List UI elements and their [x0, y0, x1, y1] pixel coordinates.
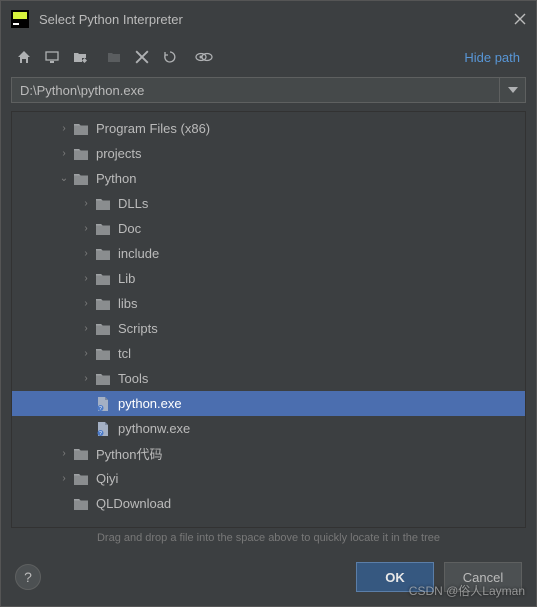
- chevron-right-icon[interactable]: ›: [56, 473, 72, 484]
- folder-icon: [94, 220, 112, 238]
- dialog-select-interpreter: Select Python Interpreter Hide path › Pro…: [0, 0, 537, 607]
- chevron-right-icon[interactable]: ›: [78, 273, 94, 284]
- delete-icon[interactable]: [129, 44, 155, 70]
- tree-item-label: Doc: [118, 221, 141, 236]
- folder-icon: [94, 270, 112, 288]
- tree-item-label: Qiyi: [96, 471, 118, 486]
- tree-row[interactable]: ? python.exe: [12, 391, 525, 416]
- tree-row[interactable]: › Scripts: [12, 316, 525, 341]
- new-folder-icon: [101, 44, 127, 70]
- pycharm-logo-icon: [11, 10, 29, 28]
- home-icon[interactable]: [11, 44, 37, 70]
- help-button[interactable]: ?: [15, 564, 41, 590]
- folder-icon: [72, 495, 90, 513]
- tree-item-label: Program Files (x86): [96, 121, 210, 136]
- desktop-icon[interactable]: [39, 44, 65, 70]
- tree-row[interactable]: › libs: [12, 291, 525, 316]
- dialog-title: Select Python Interpreter: [39, 12, 514, 27]
- tree-item-label: python.exe: [118, 396, 182, 411]
- file-tree-scroll[interactable]: › Program Files (x86) › projects ⌄ Python › DLL…: [12, 112, 525, 527]
- ok-button[interactable]: OK: [356, 562, 434, 592]
- tree-item-label: Python代码: [96, 444, 162, 463]
- hide-path-link[interactable]: Hide path: [464, 50, 520, 65]
- chevron-right-icon[interactable]: ›: [78, 198, 94, 209]
- path-row: [1, 77, 536, 111]
- chevron-right-icon[interactable]: ›: [56, 123, 72, 134]
- project-icon[interactable]: [67, 44, 93, 70]
- tree-item-label: Python: [96, 171, 136, 186]
- tree-row[interactable]: › Python代码: [12, 441, 525, 466]
- tree-item-label: pythonw.exe: [118, 421, 190, 436]
- tree-item-label: DLLs: [118, 196, 148, 211]
- tree-row[interactable]: ⌄ Python: [12, 166, 525, 191]
- chevron-right-icon[interactable]: ›: [56, 448, 72, 459]
- tree-item-label: projects: [96, 146, 142, 161]
- tree-item-label: Tools: [118, 371, 148, 386]
- svg-text:?: ?: [99, 406, 102, 412]
- tree-row[interactable]: › Qiyi: [12, 466, 525, 491]
- folder-icon: [94, 245, 112, 263]
- folder-icon: [94, 295, 112, 313]
- tree-item-label: libs: [118, 296, 138, 311]
- folder-icon: [94, 195, 112, 213]
- chevron-right-icon[interactable]: ›: [78, 248, 94, 259]
- chevron-right-icon[interactable]: ›: [78, 223, 94, 234]
- tree-item-label: Scripts: [118, 321, 158, 336]
- svg-text:?: ?: [99, 431, 102, 437]
- show-hidden-icon[interactable]: [191, 44, 217, 70]
- tree-item-label: Lib: [118, 271, 135, 286]
- toolbar: Hide path: [1, 37, 536, 77]
- tree-item-label: QLDownload: [96, 496, 171, 511]
- tree-item-label: include: [118, 246, 159, 261]
- tree-item-label: tcl: [118, 346, 131, 361]
- chevron-right-icon[interactable]: ›: [56, 148, 72, 159]
- folder-icon: [72, 120, 90, 138]
- button-row: ? OK Cancel: [1, 552, 536, 606]
- chevron-right-icon[interactable]: ›: [78, 348, 94, 359]
- path-input[interactable]: [11, 77, 500, 103]
- chevron-right-icon[interactable]: ›: [78, 373, 94, 384]
- chevron-right-icon[interactable]: ›: [78, 298, 94, 309]
- folder-icon: [72, 445, 90, 463]
- window-close-button[interactable]: [514, 13, 526, 25]
- file-tree: › Program Files (x86) › projects ⌄ Python › DLL…: [11, 111, 526, 528]
- folder-icon: [94, 370, 112, 388]
- tree-row[interactable]: › tcl: [12, 341, 525, 366]
- folder-icon: [94, 345, 112, 363]
- refresh-icon[interactable]: [157, 44, 183, 70]
- tree-row[interactable]: › Program Files (x86): [12, 116, 525, 141]
- chevron-down-icon[interactable]: ⌄: [56, 173, 72, 184]
- path-dropdown-button[interactable]: [500, 77, 526, 103]
- file-icon: ?: [94, 395, 112, 413]
- hint-text: Drag and drop a file into the space abov…: [1, 528, 536, 552]
- tree-row[interactable]: QLDownload: [12, 491, 525, 516]
- folder-icon: [72, 145, 90, 163]
- cancel-button[interactable]: Cancel: [444, 562, 522, 592]
- tree-row[interactable]: › projects: [12, 141, 525, 166]
- chevron-right-icon[interactable]: ›: [78, 323, 94, 334]
- titlebar: Select Python Interpreter: [1, 1, 536, 37]
- folder-icon: [72, 470, 90, 488]
- folder-icon: [72, 170, 90, 188]
- tree-row[interactable]: › Doc: [12, 216, 525, 241]
- file-icon: ?: [94, 420, 112, 438]
- tree-row[interactable]: › include: [12, 241, 525, 266]
- folder-icon: [94, 320, 112, 338]
- tree-row[interactable]: › DLLs: [12, 191, 525, 216]
- tree-row[interactable]: ? pythonw.exe: [12, 416, 525, 441]
- tree-row[interactable]: › Tools: [12, 366, 525, 391]
- tree-row[interactable]: › Lib: [12, 266, 525, 291]
